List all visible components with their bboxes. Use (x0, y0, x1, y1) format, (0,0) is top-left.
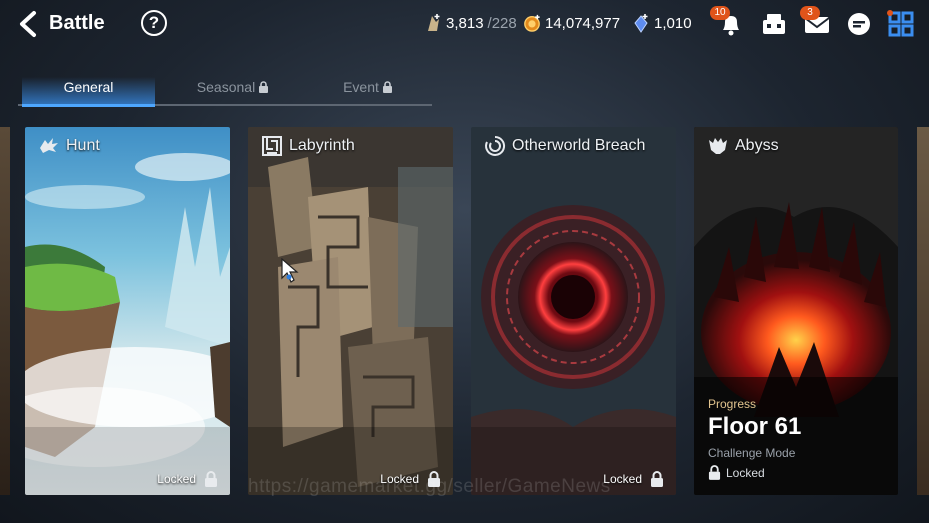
team-icon (763, 14, 785, 34)
tab-seasonal[interactable]: Seasonal (178, 77, 288, 104)
mail-badge: 3 (800, 6, 820, 20)
lock-icon (708, 465, 721, 480)
card-abyss-locked-label: Locked (726, 465, 765, 480)
lock-icon (651, 471, 663, 487)
top-bar: Battle ? 3,813/228 14,074,977 1,010 10 3 (0, 0, 929, 48)
menu-button[interactable] (887, 10, 915, 38)
card-abyss-title: Abyss (735, 137, 779, 154)
stamina-max: /228 (487, 14, 517, 32)
tab-event[interactable]: Event (318, 77, 418, 104)
card-labyrinth[interactable]: Labyrinth Locked (248, 127, 453, 495)
mouse-cursor-icon (281, 258, 299, 283)
progress-label: Progress (708, 397, 757, 411)
stamina-resource[interactable]: 3,813/228 (424, 13, 517, 33)
card-abyss-status: Locked (708, 465, 801, 480)
watermark-text: https://gamemarket.gg/seller/GameNews (248, 476, 611, 497)
floor-value: Floor 61 (708, 413, 802, 440)
challenge-mode-label: Challenge Mode (708, 446, 796, 460)
tab-bar: General Seasonal Event (18, 72, 432, 107)
card-abyss[interactable]: Abyss Progress Floor 61 Challenge Mode L… (694, 127, 898, 495)
demon-icon (709, 138, 727, 154)
question-mark-icon: ? (148, 13, 160, 32)
notifications-badge: 10 (710, 6, 730, 20)
lock-icon (382, 81, 392, 93)
tab-event-label: Event (343, 79, 379, 95)
stamina-value: 3,813 (446, 14, 484, 32)
card-hunt-title: Hunt (66, 137, 100, 154)
help-button[interactable]: ? (141, 10, 167, 36)
notifications-button[interactable]: 10 (710, 6, 745, 38)
next-card-edge (917, 127, 929, 495)
chat-icon (848, 13, 870, 35)
mail-button[interactable]: 3 (800, 6, 831, 38)
lock-icon (259, 81, 269, 93)
gold-value: 14,074,977 (545, 14, 621, 32)
grid-menu-icon (887, 10, 914, 37)
card-hunt-status: Locked (157, 471, 218, 487)
dragon-icon (40, 138, 58, 153)
portal-icon (485, 135, 506, 156)
back-arrow-icon[interactable] (14, 9, 44, 39)
gold-coin-icon (524, 14, 540, 32)
chat-button[interactable] (845, 10, 873, 38)
labyrinth-artwork (248, 127, 453, 495)
tab-seasonal-label: Seasonal (196, 79, 256, 95)
card-hunt-locked-label: Locked (157, 472, 196, 486)
stamina-icon (428, 14, 440, 31)
abyss-progress: Progress Floor 61 Challenge Mode Locked (708, 397, 801, 480)
card-hunt[interactable]: Hunt Locked (25, 127, 230, 495)
maze-icon (262, 136, 282, 156)
card-otherworld-breach-status: Locked (603, 471, 664, 487)
crystal-resource[interactable]: 1,010 (632, 13, 692, 33)
previous-card-edge (0, 127, 10, 495)
otherworld-breach-artwork (471, 127, 676, 495)
card-otherworld-breach[interactable]: Otherworld Breach Locked (471, 127, 676, 495)
card-otherworld-breach-title: Otherworld Breach (512, 137, 646, 154)
crystal-icon (634, 14, 648, 33)
crystal-value: 1,010 (654, 14, 692, 32)
gold-resource[interactable]: 14,074,977 (523, 13, 620, 33)
guild-button[interactable] (760, 10, 788, 38)
card-labyrinth-title: Labyrinth (289, 137, 355, 154)
lock-icon (205, 471, 217, 487)
hunt-artwork (25, 127, 230, 495)
page-title: Battle (49, 12, 105, 34)
tab-general[interactable]: General (22, 77, 155, 107)
